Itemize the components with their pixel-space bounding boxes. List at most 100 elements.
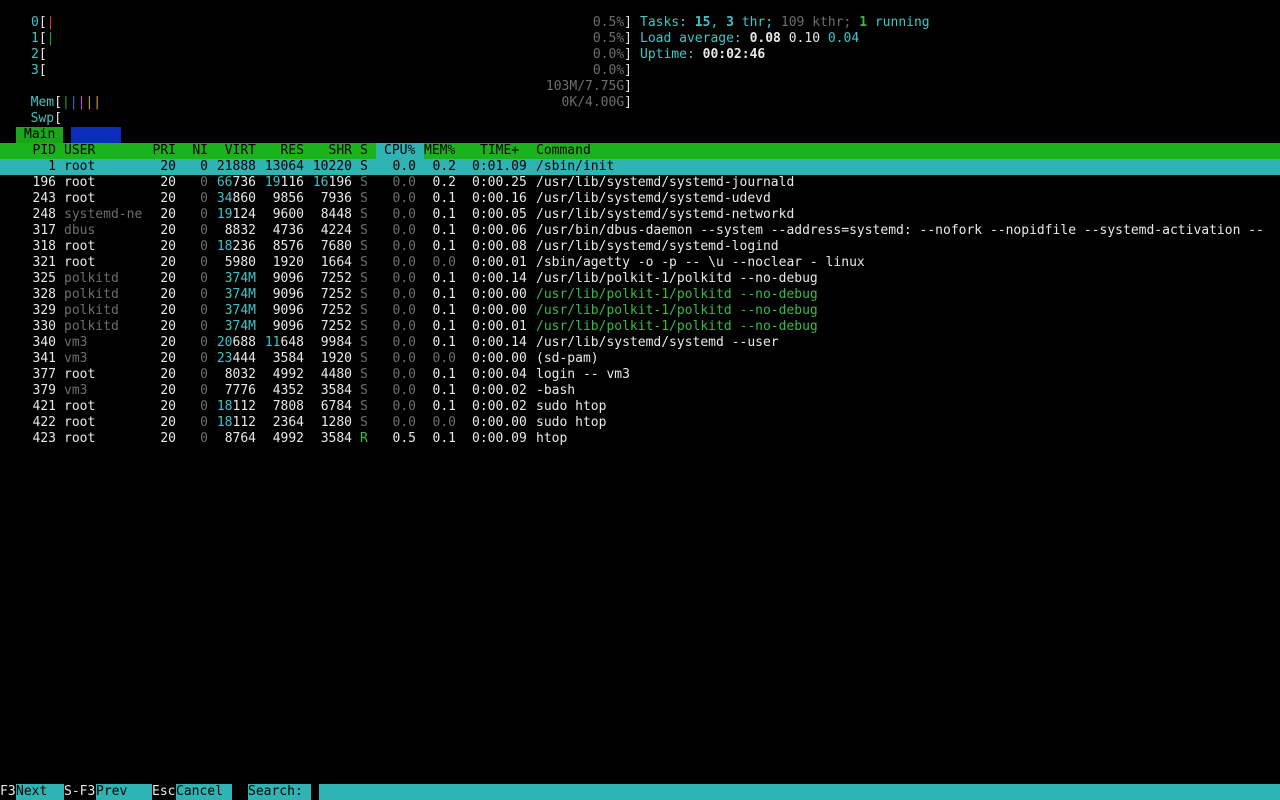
col-pid[interactable]: PID bbox=[16, 143, 56, 159]
process-row[interactable]: 422 root 20 0 18112 2364 1280 S 0.0 0.0 0:00.00 sud… bbox=[0, 415, 1280, 431]
process-row[interactable]: 329 polkitd 20 0 374M 9096 7252 S 0.0 0.1 0:00.00 /… bbox=[0, 303, 1280, 319]
process-pid: 329 bbox=[32, 303, 56, 318]
process-pri: 20 bbox=[160, 239, 176, 254]
col-res[interactable]: RES bbox=[256, 143, 304, 159]
col-mem[interactable]: MEM% bbox=[424, 143, 455, 159]
cpu-meter-label: 1 bbox=[31, 31, 39, 46]
col-cpu[interactable]: CPU% bbox=[376, 143, 424, 159]
process-row[interactable]: 248 systemd-ne 20 0 19124 9600 8448 S 0.0 0.1 0:00… bbox=[0, 207, 1280, 223]
process-mem: 0.1 bbox=[432, 335, 456, 350]
process-res: 1920 bbox=[272, 255, 304, 270]
process-mem: 0.1 bbox=[432, 367, 456, 382]
process-user: vm3 bbox=[64, 351, 88, 366]
process-virt: 18112 bbox=[216, 415, 256, 430]
process-row[interactable]: 321 root 20 0 5980 1920 1664 S 0.0 0.0 0:00.01/sbi… bbox=[0, 255, 1280, 271]
process-cpu: 0.0 bbox=[392, 335, 416, 350]
esc-key[interactable]: Esc bbox=[152, 784, 176, 800]
process-time: 0:00.04 bbox=[472, 367, 527, 382]
process-time: 0:00.14 bbox=[472, 335, 527, 350]
process-command: /usr/lib/systemd/systemd-udevd bbox=[536, 191, 771, 206]
process-cpu: 0.0 bbox=[392, 399, 416, 414]
process-time: 0:00.25 bbox=[472, 175, 527, 190]
process-ni: 0 bbox=[200, 335, 208, 350]
process-virt: 19124 bbox=[216, 207, 256, 222]
process-res: 4736 bbox=[272, 223, 304, 238]
process-user: polkitd bbox=[64, 319, 119, 334]
process-pri: 20 bbox=[160, 431, 176, 446]
search-label: Search: bbox=[248, 784, 311, 799]
col-state[interactable]: S bbox=[360, 143, 368, 159]
cpu-meter: 1[| bbox=[31, 31, 55, 46]
f3-key[interactable]: F3 bbox=[0, 784, 16, 800]
mem-meter-value: 103M/7.75G] bbox=[545, 79, 632, 94]
process-ni: 0 bbox=[200, 351, 208, 366]
process-row[interactable]: 379 vm3 20 0 7776 4352 3584 S 0.0 0.1 0:00.02 -bash bbox=[0, 383, 1280, 399]
col-user[interactable]: USER bbox=[64, 143, 95, 159]
process-mem: 0.1 bbox=[432, 271, 456, 286]
swp-meter-label: Swp bbox=[30, 111, 55, 126]
process-row[interactable]: 330 polkitd 20 0 374M 9096 7252 S 0.0 0.1 0:00.01 /… bbox=[0, 319, 1280, 335]
process-time: 0:00.02 bbox=[472, 399, 527, 414]
shift-f3-key[interactable]: S-F3 bbox=[64, 784, 96, 800]
process-row[interactable]: 341 vm3 20 0 23444 3584 1920 S 0.0 0.0 0:00.00 (sd-… bbox=[0, 351, 1280, 367]
process-command: /usr/lib/systemd/systemd --user bbox=[536, 335, 779, 350]
process-row[interactable]: 317 dbus 20 0 8832 4736 4224 S 0.0 0.1 0:00.06/usr… bbox=[0, 223, 1280, 239]
process-row[interactable]: 377 root 20 0 8032 4992 4480 S 0.0 0.1 0:00.04 logi… bbox=[0, 367, 1280, 383]
col-time[interactable]: TIME+ bbox=[480, 143, 519, 159]
search-field[interactable]: Search: bbox=[248, 784, 1280, 800]
process-user: polkitd bbox=[64, 287, 119, 302]
process-res: 4992 bbox=[272, 431, 304, 446]
process-row[interactable]: 328 polkitd 20 0 374M 9096 7252 S 0.0 0.1 0:00.00 /… bbox=[0, 287, 1280, 303]
process-command: /usr/lib/polkit-1/polkitd --no-debug bbox=[536, 287, 818, 302]
process-s: S bbox=[360, 207, 368, 222]
process-mem: 0.1 bbox=[432, 191, 456, 206]
process-cpu: 0.0 bbox=[392, 319, 416, 334]
process-user: vm3 bbox=[64, 383, 88, 398]
process-row[interactable]: 196 root 20 0 66736 19116 16196 S 0.0 0.2 0:00.25 /… bbox=[0, 175, 1280, 191]
process-virt: 8764 bbox=[224, 431, 256, 446]
col-pri[interactable]: PRI bbox=[144, 143, 176, 159]
f3-next-label[interactable]: Next bbox=[16, 784, 64, 800]
process-cpu: 0.0 bbox=[392, 159, 416, 174]
process-pri: 20 bbox=[160, 207, 176, 222]
process-shr: 7252 bbox=[320, 287, 352, 302]
tab-io[interactable]: I/O bbox=[71, 127, 122, 143]
tab-main[interactable]: Main bbox=[16, 127, 64, 143]
process-pri: 20 bbox=[160, 303, 176, 318]
process-cpu: 0.0 bbox=[392, 415, 416, 430]
process-row[interactable]: 325 polkitd 20 0 374M 9096 7252 S 0.0 0.1 0:00.14 /… bbox=[0, 271, 1280, 287]
process-shr: 4224 bbox=[320, 223, 352, 238]
process-mem: 0.0 bbox=[432, 255, 456, 270]
process-row[interactable]: 318 root 20 0 18236 8576 7680 S 0.0 0.1 0:00.08/us… bbox=[0, 239, 1280, 255]
col-shr[interactable]: SHR bbox=[304, 143, 352, 159]
process-command: /usr/lib/polkit-1/polkitd --no-debug bbox=[536, 303, 818, 318]
col-ni[interactable]: NI bbox=[184, 143, 208, 159]
process-pid: 377 bbox=[32, 367, 56, 382]
process-ni: 0 bbox=[200, 223, 208, 238]
esc-cancel-label[interactable]: Cancel bbox=[176, 784, 232, 800]
process-command: /sbin/agetty -o -p -- \u --noclear - lin… bbox=[536, 255, 865, 270]
shift-f3-prev-label[interactable]: Prev bbox=[96, 784, 152, 800]
process-row[interactable]: 421 root 20 0 18112 7808 6784 S 0.0 0.1 0:00.02 sud… bbox=[0, 399, 1280, 415]
process-cpu: 0.0 bbox=[392, 239, 416, 254]
process-pid: 243 bbox=[32, 191, 56, 206]
process-command: /usr/lib/systemd/systemd-journald bbox=[536, 175, 795, 190]
process-shr: 8448 bbox=[320, 207, 352, 222]
col-virt[interactable]: VIRT bbox=[208, 143, 256, 159]
process-virt: 5980 bbox=[224, 255, 256, 270]
process-pri: 20 bbox=[160, 159, 176, 174]
col-command[interactable]: Command bbox=[536, 143, 591, 159]
process-user: root bbox=[64, 239, 96, 254]
process-row[interactable]: 423 root 20 0 8764 4992 3584 R 0.5 0.1 0:00.09 htop bbox=[0, 431, 1280, 447]
process-time: 0:00.00 bbox=[472, 303, 527, 318]
process-ni: 0 bbox=[200, 383, 208, 398]
process-row[interactable]: 1 root 20 0 21888 13064 10220 S 0.0 0.2 0:01.09/sb… bbox=[0, 159, 1280, 175]
process-command: sudo htop bbox=[536, 399, 607, 414]
process-pid: 318 bbox=[32, 239, 56, 254]
process-res: 3584 bbox=[272, 351, 304, 366]
process-mem: 0.1 bbox=[432, 431, 456, 446]
process-pid: 321 bbox=[32, 255, 56, 270]
process-res: 9096 bbox=[272, 287, 304, 302]
process-row[interactable]: 243 root 20 0 34860 9856 7936 S 0.0 0.1 0:00.16/us… bbox=[0, 191, 1280, 207]
process-row[interactable]: 340 vm3 20 0 20688 11648 9984 S 0.0 0.1 0:00.14/us… bbox=[0, 335, 1280, 351]
